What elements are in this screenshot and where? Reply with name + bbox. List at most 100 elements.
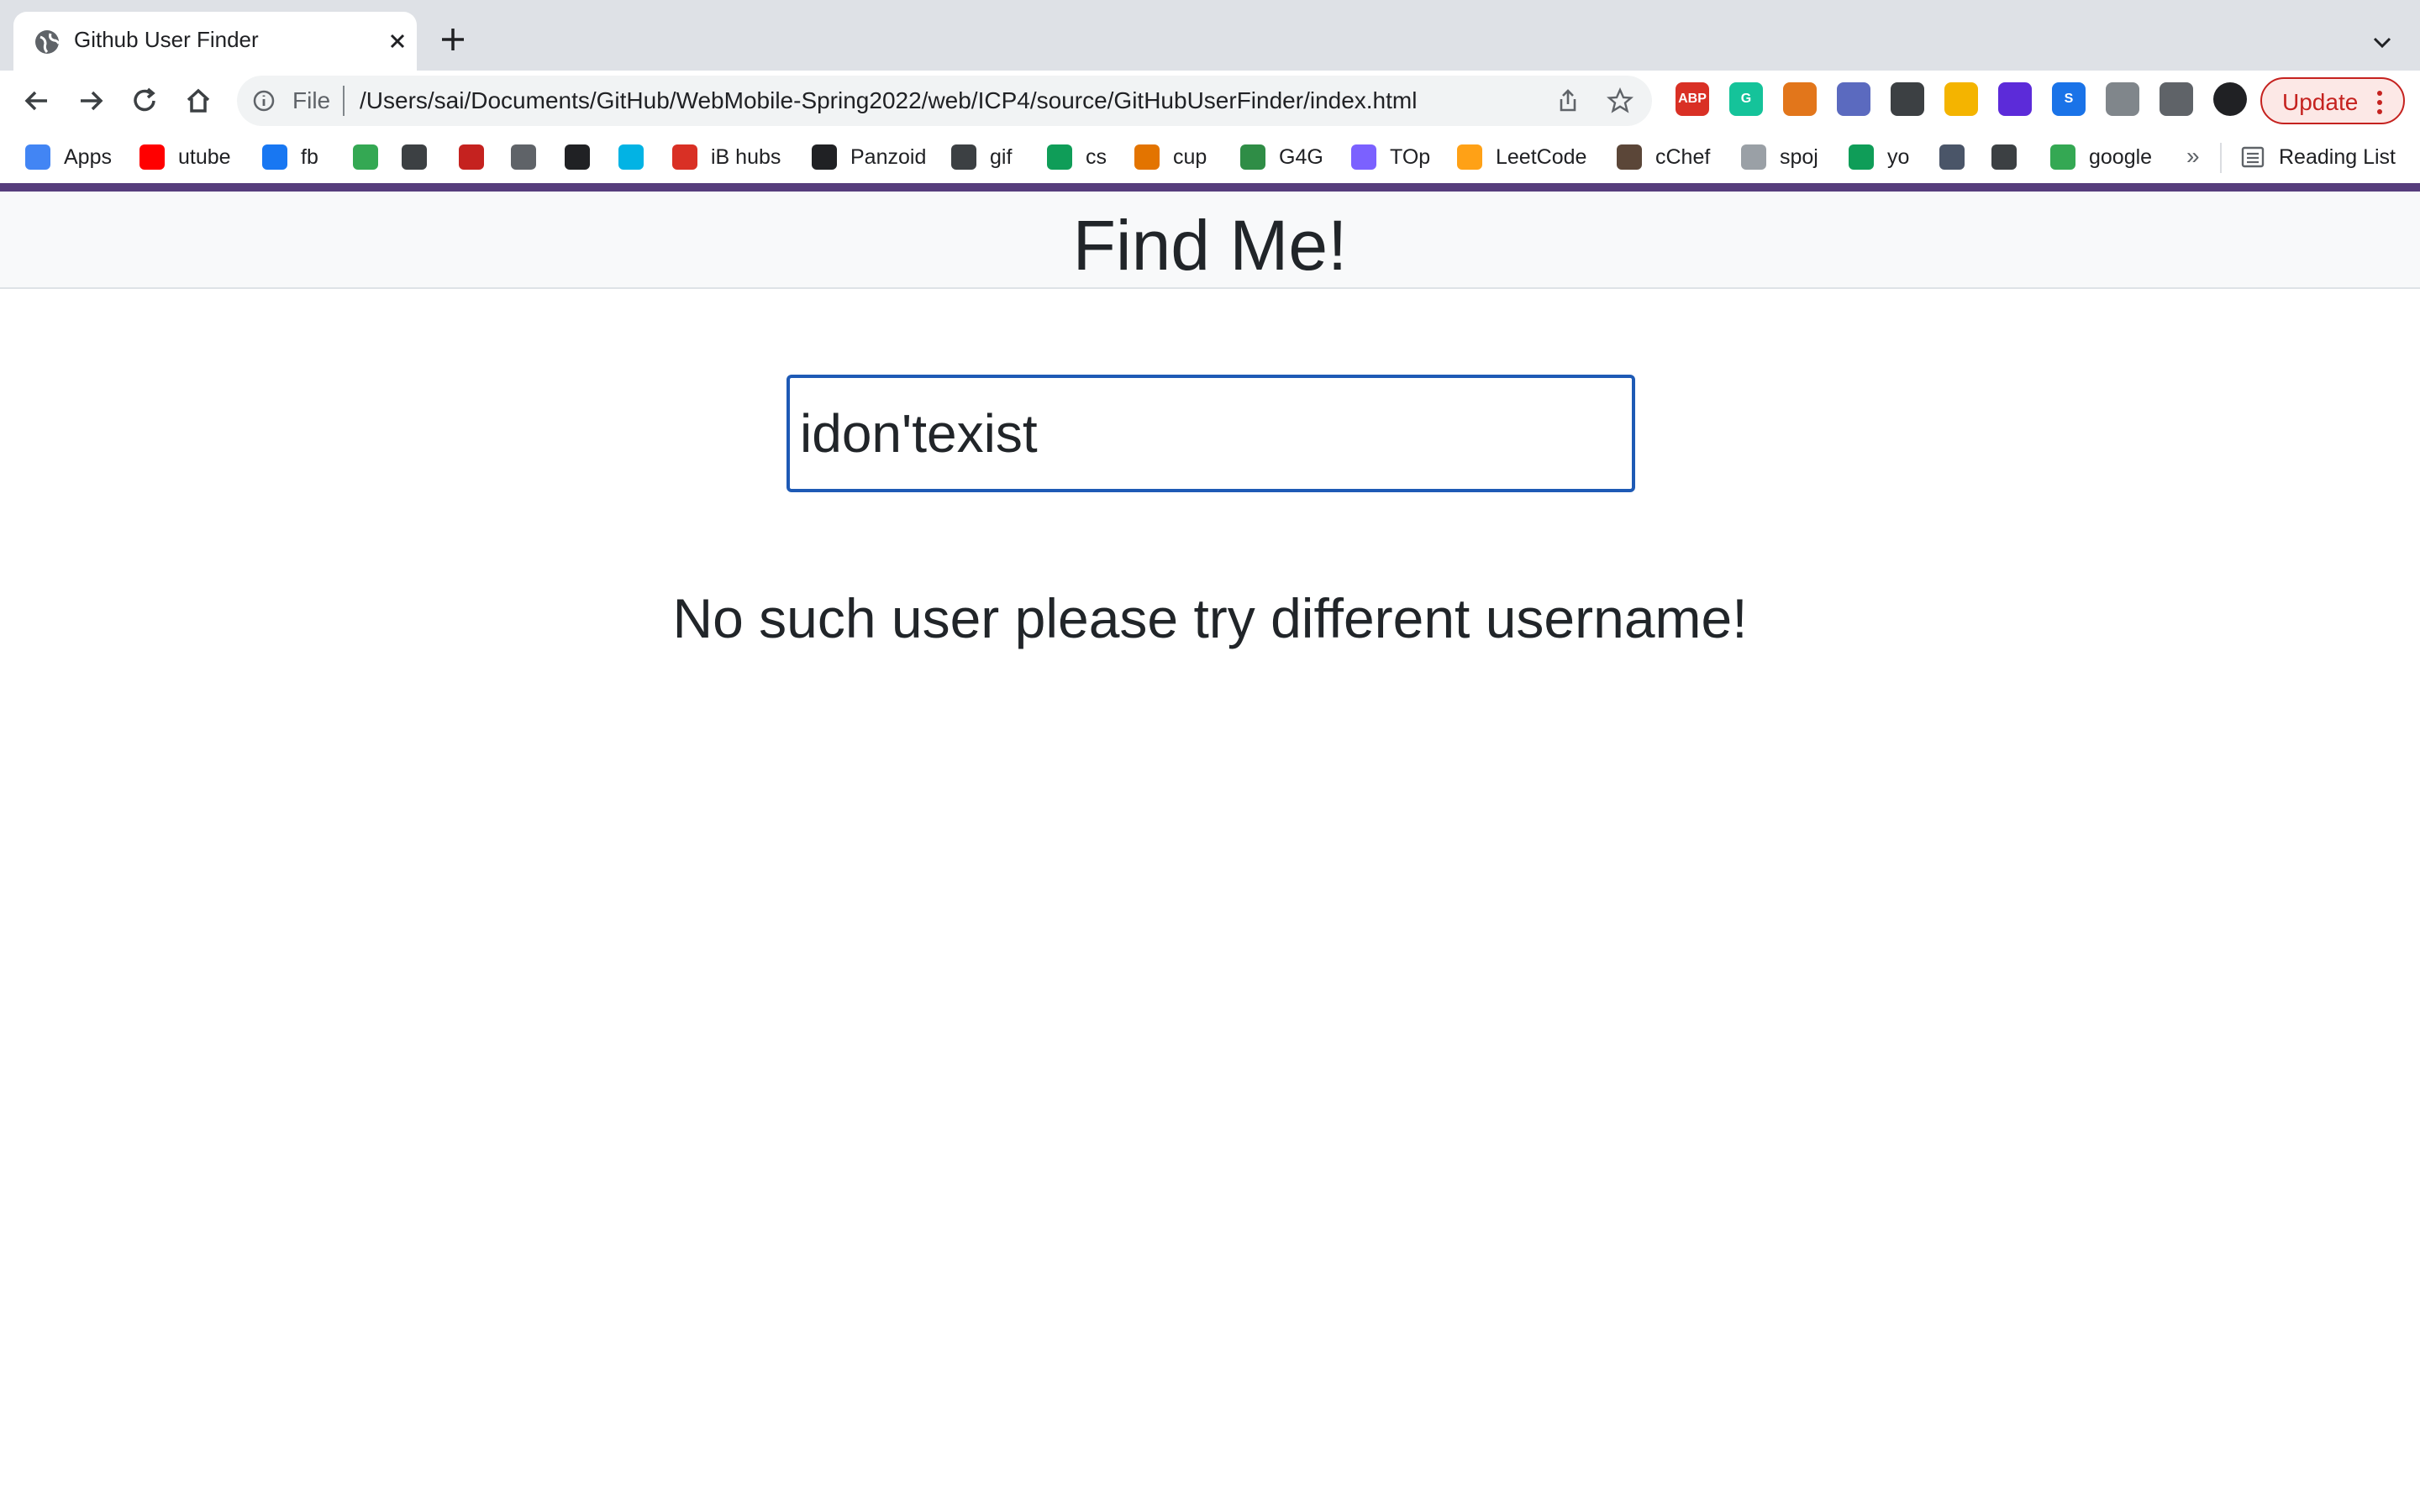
bookmark-favicon-icon (672, 144, 697, 170)
bookmark-label: Panzoid (850, 144, 927, 169)
bookmark-label: spoj (1780, 144, 1818, 169)
bookmark-item[interactable] (511, 143, 550, 171)
bookmark-favicon-icon (139, 144, 165, 170)
bookmark-item[interactable] (402, 143, 440, 171)
page-title: Find Me! (1072, 206, 1348, 285)
share-icon[interactable] (1555, 87, 1581, 114)
url-scheme: File (292, 87, 331, 113)
bookmark-item[interactable]: LeetCode (1457, 143, 1586, 171)
bookmark-favicon-icon (1849, 144, 1874, 170)
bookmark-favicon-icon (565, 144, 590, 170)
bookmark-favicon-icon (2050, 144, 2075, 170)
chevron-down-icon[interactable] (2370, 30, 2395, 55)
bookmark-item[interactable]: G4G (1240, 143, 1323, 171)
bookmark-label: cs (1086, 144, 1107, 169)
update-button[interactable]: Update (2260, 77, 2405, 124)
tab-strip: Github User Finder (0, 0, 2420, 71)
bookmark-favicon-icon (1351, 144, 1376, 170)
bookmark-label: utube (178, 144, 231, 169)
bookmark-item[interactable]: iB hubs (672, 143, 781, 171)
bookmark-item[interactable] (1939, 143, 1978, 171)
extension-icon-4[interactable] (1837, 82, 1870, 116)
bookmark-favicon-icon (25, 144, 50, 170)
bookmark-item[interactable] (1991, 143, 2030, 171)
bookmark-favicon-icon (1134, 144, 1160, 170)
username-search-input[interactable] (786, 375, 1635, 492)
bookmark-favicon-icon (1617, 144, 1642, 170)
bookmark-item[interactable]: Apps (25, 143, 112, 171)
address-bar[interactable]: File /Users/sai/Documents/GitHub/WebMobi… (237, 76, 1652, 126)
bookmark-label: TOp (1390, 144, 1431, 169)
bookmark-item[interactable]: TOp (1351, 143, 1430, 171)
bookmark-favicon-icon (353, 144, 378, 170)
bookmark-favicon-icon (402, 144, 427, 170)
bookmark-label: LeetCode (1496, 144, 1587, 169)
grammarly-icon[interactable]: G (1729, 82, 1763, 116)
bookmark-item[interactable]: cup (1134, 143, 1207, 171)
bookmark-item[interactable] (618, 143, 657, 171)
bookmark-label: G4G (1279, 144, 1323, 169)
bookmark-item[interactable]: yo (1849, 143, 1909, 171)
extension-icon-s[interactable]: S (2052, 82, 2086, 116)
forward-icon[interactable] (74, 84, 108, 118)
bookmark-item[interactable]: gif (951, 143, 1012, 171)
bookmark-item[interactable]: spoj (1741, 143, 1818, 171)
info-icon[interactable] (252, 89, 276, 113)
bookmark-item[interactable]: cChef (1617, 143, 1710, 171)
shield-icon[interactable] (2106, 82, 2139, 116)
browser-tab[interactable]: Github User Finder (13, 12, 417, 71)
no-user-message: No such user please try different userna… (672, 587, 1748, 649)
bookmarks-bar: Apps utube fb iB hubs Panzoid gif cs cup G4G TOp L… (0, 131, 2420, 183)
page-header: Find Me! (0, 192, 2420, 289)
bookmark-item[interactable]: google (2050, 143, 2152, 171)
bookmark-item[interactable] (353, 143, 392, 171)
bookmark-item[interactable] (459, 143, 497, 171)
bookmark-favicon-icon (618, 144, 644, 170)
accent-bar (0, 183, 2420, 192)
reading-list-button[interactable]: Reading List (2240, 143, 2396, 171)
bookmark-item[interactable]: fb (262, 143, 318, 171)
home-icon[interactable] (182, 84, 215, 118)
bookmark-favicon-icon (262, 144, 287, 170)
bookmark-favicon-icon (511, 144, 536, 170)
metamask-icon[interactable] (1783, 82, 1817, 116)
bookmark-label: yo (1887, 144, 1910, 169)
bookmark-item[interactable]: Panzoid (812, 143, 926, 171)
bookmark-item[interactable] (565, 143, 603, 171)
bookmarks-divider (2220, 143, 2222, 173)
bookmark-item[interactable]: utube (139, 143, 231, 171)
globe-icon (35, 30, 60, 54)
reading-list-icon (2241, 146, 2265, 168)
reload-icon[interactable] (128, 84, 161, 118)
adblock-icon[interactable]: ABP (1676, 82, 1709, 116)
url-text[interactable]: /Users/sai/Documents/GitHub/WebMobile-Sp… (360, 87, 1417, 114)
bookmark-favicon-icon (1991, 144, 2017, 170)
bookmark-favicon-icon (812, 144, 837, 170)
more-vert-icon[interactable] (2375, 89, 2385, 116)
plug-icon[interactable] (1944, 82, 1978, 116)
qr-icon[interactable] (1891, 82, 1924, 116)
tab-title: Github User Finder (74, 27, 259, 52)
extension-icon-7[interactable] (1998, 82, 2032, 116)
bookmark-favicon-icon (1240, 144, 1265, 170)
bookmark-favicon-icon (459, 144, 484, 170)
bookmarks-overflow[interactable]: » (2186, 143, 2200, 170)
bookmark-favicon-icon (1047, 144, 1072, 170)
bookmark-item[interactable]: cs (1047, 143, 1107, 171)
bookmark-label: cChef (1655, 144, 1711, 169)
bookmark-favicon-icon (1741, 144, 1766, 170)
bookmark-label: google (2089, 144, 2153, 169)
bookmark-star-icon[interactable] (1607, 87, 1634, 114)
puzzle-icon[interactable] (2160, 82, 2193, 116)
back-icon[interactable] (20, 84, 54, 118)
new-tab-icon[interactable] (439, 25, 467, 54)
address-separator (343, 86, 345, 116)
bookmark-label: Apps (64, 144, 112, 169)
bookmark-label: cup (1173, 144, 1207, 169)
bookmark-favicon-icon (951, 144, 976, 170)
close-icon[interactable] (385, 29, 410, 54)
bookmark-label: fb (301, 144, 318, 169)
profile-avatar[interactable] (2213, 82, 2247, 116)
bookmark-favicon-icon (1939, 144, 1965, 170)
bookmark-label: gif (990, 144, 1013, 169)
